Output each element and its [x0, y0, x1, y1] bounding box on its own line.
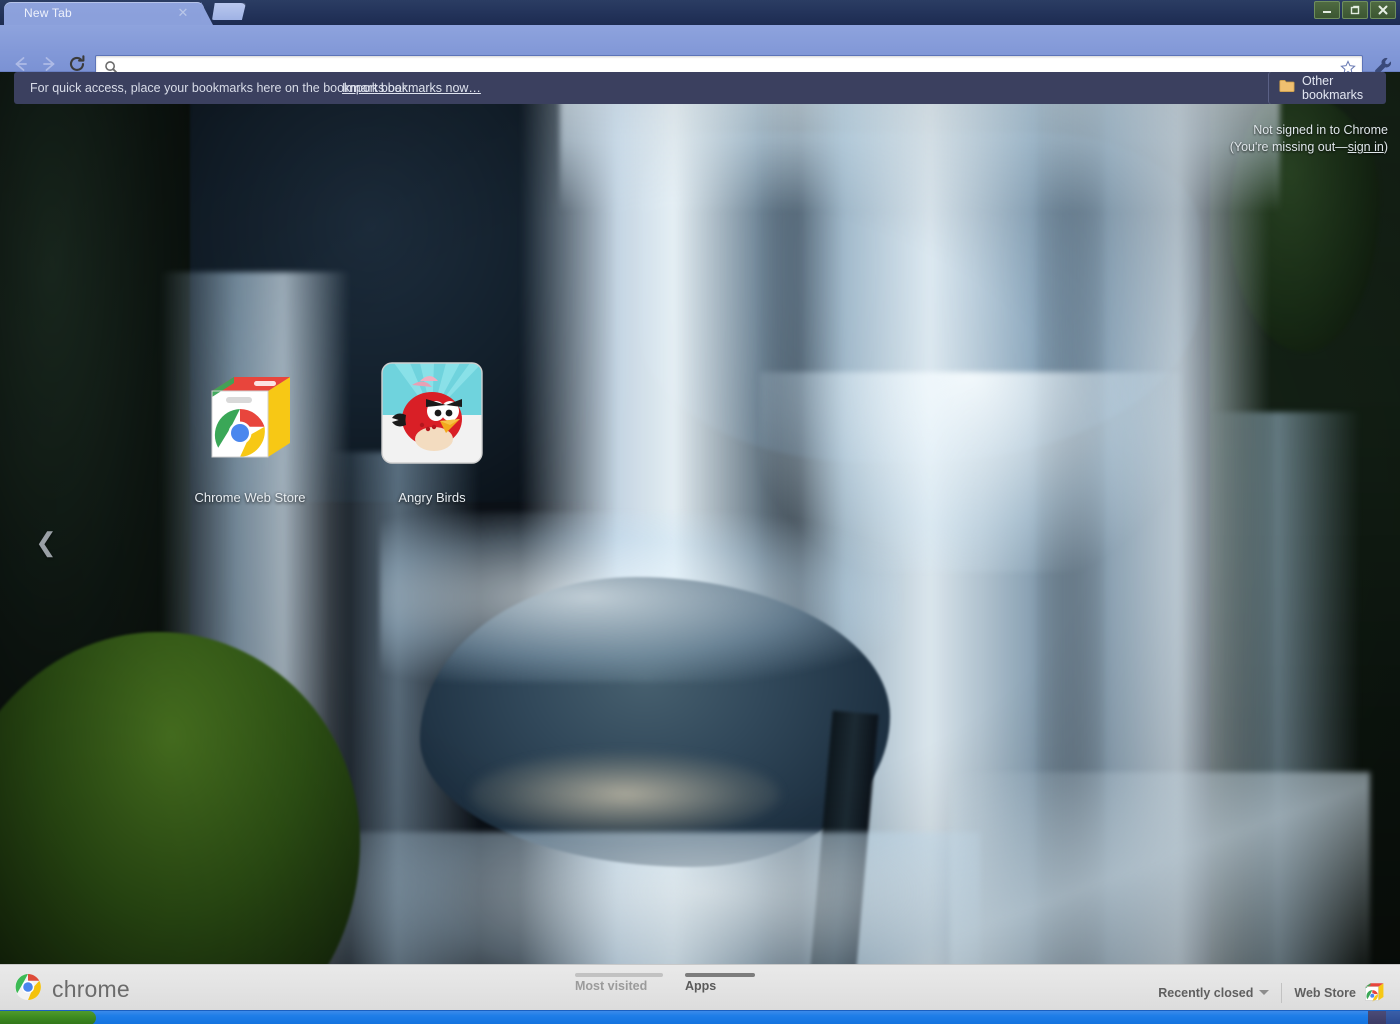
- sign-in-link[interactable]: sign in: [1348, 140, 1384, 154]
- recently-closed-label: Recently closed: [1158, 985, 1254, 1000]
- browser-toolbar: [0, 25, 1400, 80]
- browser-window: New Tab ✕ For quick access, place your b…: [0, 0, 1400, 1024]
- chrome-web-store-icon: [186, 357, 314, 485]
- reload-icon: [69, 55, 85, 71]
- start-button[interactable]: [0, 1011, 96, 1024]
- app-label: Angry Birds: [398, 490, 466, 505]
- maximize-button[interactable]: [1342, 1, 1368, 19]
- forward-arrow-icon: [43, 57, 55, 71]
- close-window-button[interactable]: [1370, 1, 1396, 19]
- signin-line2: (You're missing out—sign in): [1230, 139, 1388, 156]
- footer-tabs: Most visited Apps: [575, 965, 755, 993]
- angry-birds-icon: [368, 357, 496, 485]
- chrome-wordmark: chrome: [52, 976, 130, 1002]
- waterfall-background-image: [0, 72, 1400, 1024]
- divider: [1281, 982, 1283, 1003]
- import-bookmarks-link[interactable]: Import bookmarks now…: [342, 81, 481, 95]
- os-taskbar: [0, 1010, 1400, 1024]
- system-tray[interactable]: [1368, 1011, 1386, 1024]
- tab-new-tab[interactable]: New Tab ✕: [4, 2, 204, 25]
- recently-closed-button[interactable]: Recently closed: [1158, 985, 1270, 1000]
- new-tab-footer: chrome Most visited Apps Recently closed…: [0, 964, 1400, 1010]
- bookmarks-bar: For quick access, place your bookmarks h…: [0, 72, 1400, 104]
- back-arrow-icon: [15, 57, 27, 71]
- close-icon[interactable]: ✕: [176, 6, 190, 20]
- tab-strip: New Tab ✕: [0, 0, 1400, 25]
- folder-icon: [1279, 79, 1295, 98]
- show-desktop-button[interactable]: [1386, 1011, 1400, 1024]
- new-tab-button[interactable]: [212, 3, 246, 20]
- tab-apps-label: Apps: [685, 979, 717, 993]
- minimize-icon: [1323, 11, 1331, 13]
- tab-apps[interactable]: Apps: [685, 965, 755, 993]
- minimize-button[interactable]: [1314, 1, 1340, 19]
- previous-page-icon[interactable]: ❮: [32, 524, 60, 560]
- apps-grid: Chrome Web Store Angry Birds: [170, 357, 512, 505]
- window-controls: [1314, 1, 1396, 19]
- signin-line1: Not signed in to Chrome: [1253, 123, 1388, 137]
- web-store-button[interactable]: Web Store: [1294, 979, 1386, 1006]
- tab-most-visited[interactable]: Most visited: [575, 965, 663, 993]
- signin-suffix: ): [1383, 140, 1388, 154]
- app-tile-angry-birds[interactable]: Angry Birds: [352, 357, 512, 505]
- chrome-logo-icon: [14, 973, 42, 1006]
- close-icon: [1378, 5, 1388, 15]
- tab-indicator: [575, 973, 663, 977]
- app-label: Chrome Web Store: [194, 490, 306, 505]
- signin-prefix: (You're missing out—: [1229, 140, 1348, 154]
- signin-notice: Not signed in to Chrome (You're missing …: [1230, 122, 1388, 156]
- other-bookmarks-label: Other bookmarks: [1302, 74, 1364, 102]
- footer-right-actions: Recently closed Web Store: [1158, 979, 1386, 1006]
- chrome-brand: chrome: [14, 973, 130, 1006]
- app-tile-chrome-web-store[interactable]: Chrome Web Store: [170, 357, 330, 505]
- new-tab-page: Not signed in to Chrome (You're missing …: [0, 72, 1400, 1024]
- chevron-down-icon: [1259, 990, 1270, 995]
- web-store-icon: [1362, 979, 1386, 1006]
- web-store-label: Web Store: [1294, 985, 1356, 1000]
- tab-most-visited-label: Most visited: [575, 979, 648, 993]
- tab-title: New Tab: [24, 6, 72, 20]
- tab-indicator: [685, 973, 755, 977]
- other-bookmarks-button[interactable]: Other bookmarks: [1268, 72, 1386, 104]
- maximize-icon: [1350, 5, 1360, 15]
